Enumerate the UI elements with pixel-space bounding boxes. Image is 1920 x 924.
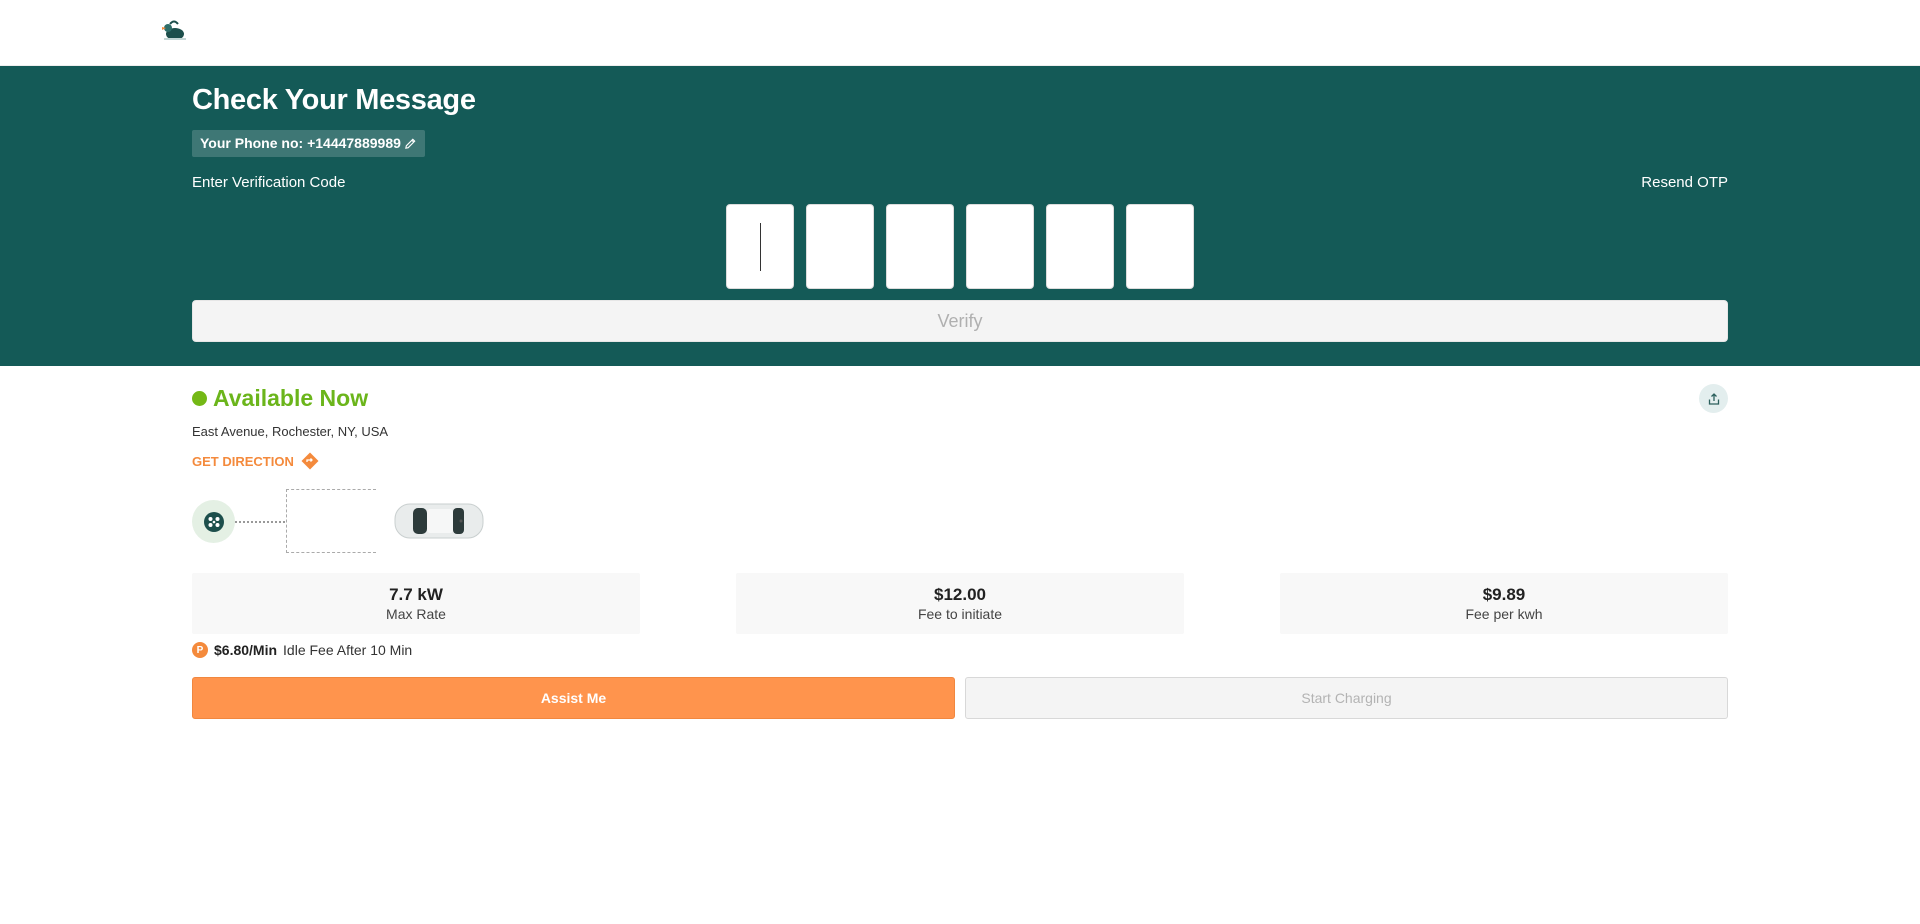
max-rate-card: 7.7 kW Max Rate	[192, 573, 640, 634]
idle-fee-text: Idle Fee After 10 Min	[283, 642, 413, 658]
page-title: Check Your Message	[192, 84, 476, 116]
phone-number-label: Your Phone no: +14447889989	[200, 135, 401, 151]
phone-number-chip[interactable]: Your Phone no: +14447889989	[192, 130, 425, 157]
direction-diamond-icon	[301, 452, 319, 470]
car-icon	[394, 503, 484, 539]
bird-logo-icon[interactable]	[158, 18, 188, 44]
otp-input-row	[726, 204, 1194, 289]
initiate-fee-card: $12.00 Fee to initiate	[736, 573, 1184, 634]
share-button[interactable]	[1699, 384, 1728, 413]
share-icon	[1708, 392, 1719, 405]
otp-digit-1[interactable]	[726, 204, 794, 289]
get-direction-label: GET DIRECTION	[192, 453, 294, 469]
station-address: East Avenue, Rochester, NY, USA	[192, 424, 389, 439]
resend-otp-link[interactable]: Resend OTP	[1641, 174, 1728, 191]
status-dot-icon	[192, 391, 207, 406]
otp-digit-5[interactable]	[1046, 204, 1114, 289]
idle-fee-info: P $6.80/Min Idle Fee After 10 Min	[192, 642, 412, 658]
start-charging-button[interactable]: Start Charging	[965, 677, 1728, 719]
verify-button[interactable]: Verify	[192, 300, 1728, 342]
idle-fee-price: $6.80/Min	[214, 642, 278, 658]
status-text: Available Now	[213, 385, 369, 411]
charger-plug-badge	[192, 500, 235, 543]
assist-me-button[interactable]: Assist Me	[192, 677, 955, 719]
verification-panel: Check Your Message Your Phone no: +14447…	[0, 66, 1920, 366]
max-rate-value: 7.7 kW	[389, 585, 443, 604]
ev-plug-icon	[203, 511, 224, 532]
connector-line	[235, 521, 285, 523]
otp-digit-3[interactable]	[886, 204, 954, 289]
parking-badge-icon: P	[192, 642, 208, 658]
get-direction-link[interactable]: GET DIRECTION	[192, 452, 319, 470]
kwh-fee-value: $9.89	[1482, 585, 1526, 604]
otp-digit-6[interactable]	[1126, 204, 1194, 289]
text-caret	[760, 223, 761, 271]
otp-digit-2[interactable]	[806, 204, 874, 289]
verification-code-label: Enter Verification Code	[192, 174, 346, 191]
connector-dashed-box	[286, 489, 376, 553]
edit-pencil-icon[interactable]	[404, 137, 417, 150]
max-rate-label: Max Rate	[386, 606, 446, 622]
kwh-fee-card: $9.89 Fee per kwh	[1280, 573, 1728, 634]
otp-digit-4[interactable]	[966, 204, 1034, 289]
kwh-fee-label: Fee per kwh	[1465, 606, 1543, 622]
availability-status: Available Now	[192, 385, 368, 412]
initiate-fee-value: $12.00	[934, 585, 986, 604]
top-bar	[0, 0, 1920, 66]
initiate-fee-label: Fee to initiate	[917, 606, 1003, 622]
